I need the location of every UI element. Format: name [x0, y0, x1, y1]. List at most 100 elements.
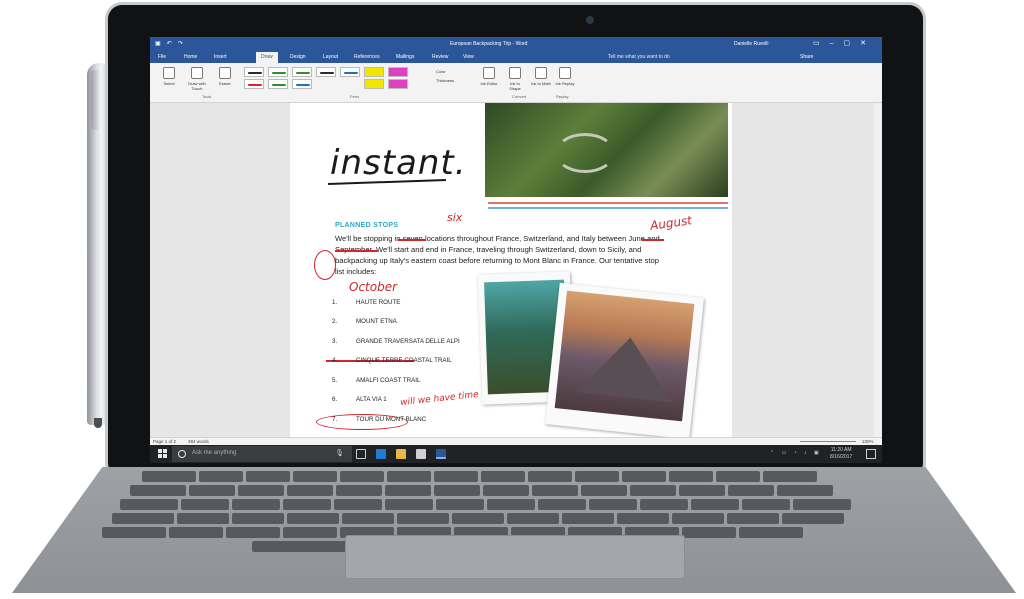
- document-page[interactable]: instant. PLANNED STOPS We'll be stopping…: [290, 103, 732, 437]
- keyboard-key[interactable]: [727, 513, 779, 524]
- zoom-slider[interactable]: [800, 441, 856, 442]
- ink-to-math-button[interactable]: Ink to Math: [530, 67, 552, 86]
- keyboard-key[interactable]: [507, 513, 559, 524]
- tab-insert[interactable]: Insert: [214, 54, 227, 60]
- task-view-icon[interactable]: [356, 449, 366, 459]
- pen-1[interactable]: [244, 67, 264, 77]
- keyboard-key[interactable]: [669, 471, 713, 482]
- tab-file[interactable]: File: [158, 54, 166, 60]
- pen-8[interactable]: [292, 79, 312, 89]
- eraser-button[interactable]: Eraser: [214, 67, 236, 86]
- pen-5[interactable]: [340, 67, 360, 77]
- tab-mailings[interactable]: Mailings: [396, 54, 414, 60]
- keyboard-key[interactable]: [617, 513, 669, 524]
- keyboard-key[interactable]: [102, 527, 166, 538]
- keyboard-key[interactable]: [481, 471, 525, 482]
- pen-6[interactable]: [244, 79, 264, 89]
- ink-to-shape-button[interactable]: Ink to Shape: [504, 67, 526, 91]
- zoom-level[interactable]: 100%: [862, 439, 874, 444]
- keyboard-key[interactable]: [487, 499, 535, 510]
- keyboard-key[interactable]: [728, 485, 774, 496]
- keyboard-key[interactable]: [793, 499, 851, 510]
- select-button[interactable]: Select: [158, 67, 180, 86]
- thickness-dropdown[interactable]: Thickness: [436, 78, 454, 83]
- draw-with-touch-button[interactable]: Draw with Touch: [186, 67, 208, 91]
- highlighter-pink-2[interactable]: [388, 79, 408, 89]
- edge-icon[interactable]: [376, 449, 386, 459]
- keyboard-key[interactable]: [622, 471, 666, 482]
- word-taskbar-icon[interactable]: [436, 449, 446, 459]
- highlighter-pink[interactable]: [388, 67, 408, 77]
- keyboard-key[interactable]: [293, 471, 337, 482]
- taskbar-clock[interactable]: 11:20 AM 8/16/2017: [830, 447, 852, 461]
- ink-replay-button[interactable]: Ink Replay: [554, 67, 576, 86]
- window-controls[interactable]: ▭–▢✕: [813, 39, 876, 47]
- pen-7[interactable]: [268, 79, 288, 89]
- keyboard-key[interactable]: [199, 471, 243, 482]
- windows-start-icon[interactable]: [158, 449, 168, 459]
- share-button[interactable]: Share: [800, 54, 813, 60]
- keyboard-key[interactable]: [232, 499, 280, 510]
- keyboard-key[interactable]: [287, 513, 339, 524]
- keyboard-key[interactable]: [483, 485, 529, 496]
- keyboard-key[interactable]: [283, 499, 331, 510]
- vertical-scrollbar[interactable]: [874, 103, 882, 437]
- keyboard-key[interactable]: [142, 471, 196, 482]
- ink-editor-button[interactable]: Ink Editor: [478, 67, 500, 86]
- keyboard-key[interactable]: [640, 499, 688, 510]
- keyboard-key[interactable]: [130, 485, 186, 496]
- keyboard-key[interactable]: [226, 527, 280, 538]
- keyboard-key[interactable]: [385, 485, 431, 496]
- keyboard-key[interactable]: [672, 513, 724, 524]
- microphone-icon[interactable]: 🎙: [335, 449, 344, 457]
- keyboard-key[interactable]: [532, 485, 578, 496]
- keyboard-key[interactable]: [575, 471, 619, 482]
- keyboard-key[interactable]: [283, 527, 337, 538]
- tab-references[interactable]: References: [354, 54, 380, 60]
- keyboard-key[interactable]: [434, 471, 478, 482]
- keyboard-key[interactable]: [777, 485, 833, 496]
- user-name[interactable]: Danielle Ruvelli: [734, 41, 768, 47]
- keyboard-key[interactable]: [682, 527, 736, 538]
- keyboard-key[interactable]: [287, 485, 333, 496]
- keyboard-key[interactable]: [112, 513, 174, 524]
- keyboard-key[interactable]: [246, 471, 290, 482]
- cortana-search-box[interactable]: Ask me anything 🎙: [172, 446, 352, 462]
- keyboard-key[interactable]: [538, 499, 586, 510]
- highlighter-yellow[interactable]: [364, 67, 384, 77]
- keyboard-key[interactable]: [528, 471, 572, 482]
- keyboard-key[interactable]: [169, 527, 223, 538]
- pen-gallery[interactable]: [244, 67, 426, 91]
- touchpad[interactable]: [345, 535, 685, 579]
- keyboard-key[interactable]: [336, 485, 382, 496]
- keyboard-key[interactable]: [232, 513, 284, 524]
- keyboard-key[interactable]: [340, 471, 384, 482]
- highlighter-yellow-2[interactable]: [364, 79, 384, 89]
- keyboard-key[interactable]: [581, 485, 627, 496]
- keyboard-key[interactable]: [630, 485, 676, 496]
- keyboard-key[interactable]: [452, 513, 504, 524]
- keyboard-key[interactable]: [177, 513, 229, 524]
- action-center-icon[interactable]: [866, 449, 876, 459]
- keyboard-key[interactable]: [562, 513, 614, 524]
- keyboard-key[interactable]: [589, 499, 637, 510]
- keyboard-key[interactable]: [181, 499, 229, 510]
- keyboard-key[interactable]: [238, 485, 284, 496]
- tab-draw[interactable]: Draw: [256, 52, 278, 63]
- keyboard-key[interactable]: [434, 485, 480, 496]
- keyboard-key[interactable]: [716, 471, 760, 482]
- tab-review[interactable]: Review: [432, 54, 448, 60]
- pen-3[interactable]: [292, 67, 312, 77]
- keyboard-key[interactable]: [342, 513, 394, 524]
- tab-design[interactable]: Design: [290, 54, 306, 60]
- pen-4[interactable]: [316, 67, 336, 77]
- tab-layout[interactable]: Layout: [323, 54, 338, 60]
- file-explorer-icon[interactable]: [396, 449, 406, 459]
- keyboard-key[interactable]: [385, 499, 433, 510]
- keyboard-key[interactable]: [387, 471, 431, 482]
- quick-access-toolbar[interactable]: ▣↶↷: [155, 40, 189, 47]
- color-dropdown[interactable]: Color: [436, 69, 446, 74]
- tab-view[interactable]: View: [463, 54, 474, 60]
- tab-home[interactable]: Home: [184, 54, 197, 60]
- tell-me-search[interactable]: Tell me what you want to do: [608, 54, 670, 60]
